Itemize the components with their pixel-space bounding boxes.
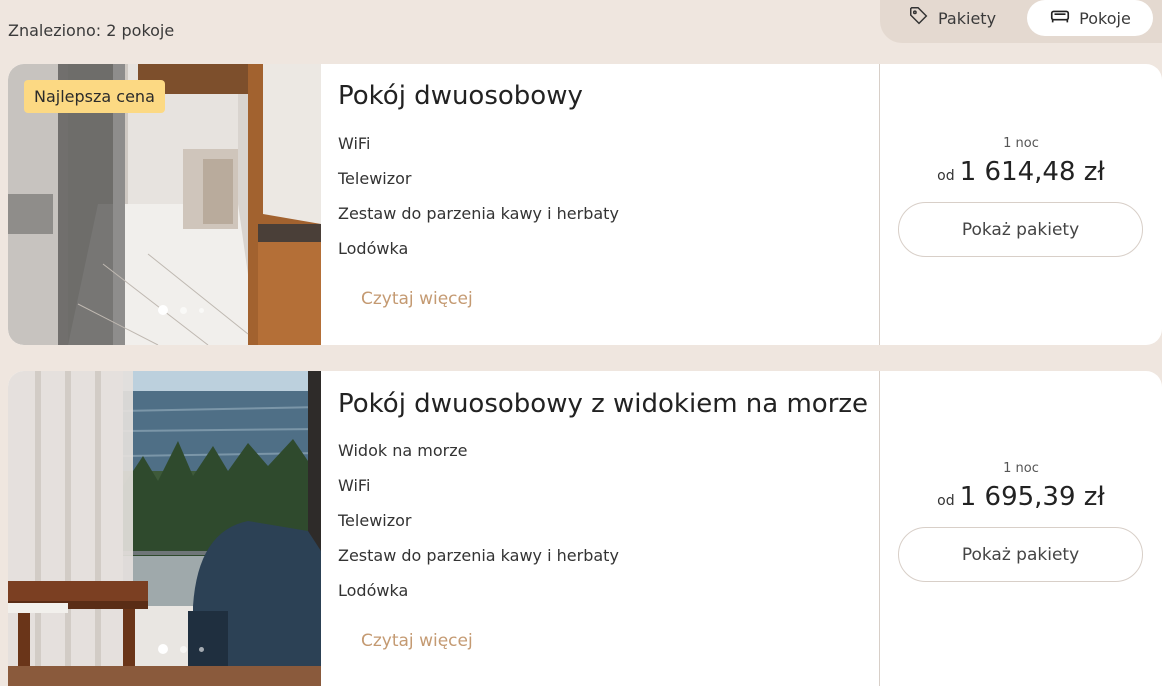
price-panel: 1 noc od 1 614,48 zł Pokaż pakiety [880, 64, 1162, 345]
tab-rooms-label: Pokoje [1079, 8, 1131, 28]
read-more-link[interactable]: Czytaj więcej [361, 289, 473, 309]
room-card: Najlepsza cena Pokój dwuosobowy WiFi Tel… [8, 64, 1162, 345]
results-header: Znaleziono: 2 pokoje Pakiety Pokoje [0, 0, 1162, 50]
amenities-list: WiFi Telewizor Zestaw do parzenia kawy i… [338, 134, 619, 274]
carousel-dot[interactable] [199, 646, 204, 652]
photo-carousel-dots [158, 644, 204, 654]
nights-label: 1 noc [1003, 136, 1039, 151]
room-photo-bathroom[interactable]: Najlepsza cena [8, 64, 321, 345]
amenity-item: Widok na morze [338, 441, 468, 460]
tab-packages-label: Pakiety [938, 8, 997, 28]
price-prefix: od [937, 168, 955, 184]
price: od 1 614,48 zł [880, 157, 1162, 187]
tab-rooms[interactable]: Pokoje [1027, 0, 1153, 36]
amenity-item: Zestaw do parzenia kawy i herbaty [338, 546, 619, 565]
room-info: Pokój dwuosobowy WiFi Telewizor Zestaw d… [338, 64, 878, 345]
room-title: Pokój dwuosobowy [338, 81, 583, 111]
results-count: Znaleziono: 2 pokoje [8, 21, 175, 40]
amenities-list: Widok na morze WiFi Telewizor Zestaw do … [338, 441, 619, 616]
price-panel: 1 noc od 1 695,39 zł Pokaż pakiety [880, 371, 1162, 686]
carousel-dot[interactable] [158, 305, 168, 315]
show-packages-button[interactable]: Pokaż pakiety [898, 527, 1143, 582]
best-price-badge: Najlepsza cena [24, 80, 165, 113]
bed-icon [1049, 5, 1071, 31]
carousel-dot[interactable] [199, 307, 204, 313]
amenity-item: WiFi [338, 476, 371, 495]
room-info: Pokój dwuosobowy z widokiem na morze Wid… [338, 371, 878, 686]
amenity-item: Lodówka [338, 581, 409, 600]
amenity-item: Lodówka [338, 239, 409, 258]
read-more-link[interactable]: Czytaj więcej [361, 631, 473, 651]
tag-icon [908, 5, 930, 31]
amenity-item: Telewizor [338, 169, 412, 188]
show-packages-button[interactable]: Pokaż pakiety [898, 202, 1143, 257]
room-title: Pokój dwuosobowy z widokiem na morze [338, 389, 869, 419]
room-photo-sea-view[interactable] [8, 371, 321, 686]
price-amount: 1 695,39 zł [959, 482, 1105, 512]
nights-label: 1 noc [1003, 461, 1039, 476]
photo-carousel-dots [158, 305, 204, 315]
room-card: Pokój dwuosobowy z widokiem na morze Wid… [8, 371, 1162, 686]
view-toggle: Pakiety Pokoje [880, 0, 1162, 43]
price-amount: 1 614,48 zł [959, 157, 1105, 187]
amenity-item: Telewizor [338, 511, 412, 530]
tab-packages[interactable]: Pakiety [908, 0, 996, 36]
carousel-dot[interactable] [158, 644, 168, 654]
amenity-item: Zestaw do parzenia kawy i herbaty [338, 204, 619, 223]
carousel-dot[interactable] [180, 306, 187, 314]
price: od 1 695,39 zł [880, 482, 1162, 512]
price-prefix: od [937, 493, 955, 509]
amenity-item: WiFi [338, 134, 371, 153]
carousel-dot[interactable] [180, 645, 187, 653]
